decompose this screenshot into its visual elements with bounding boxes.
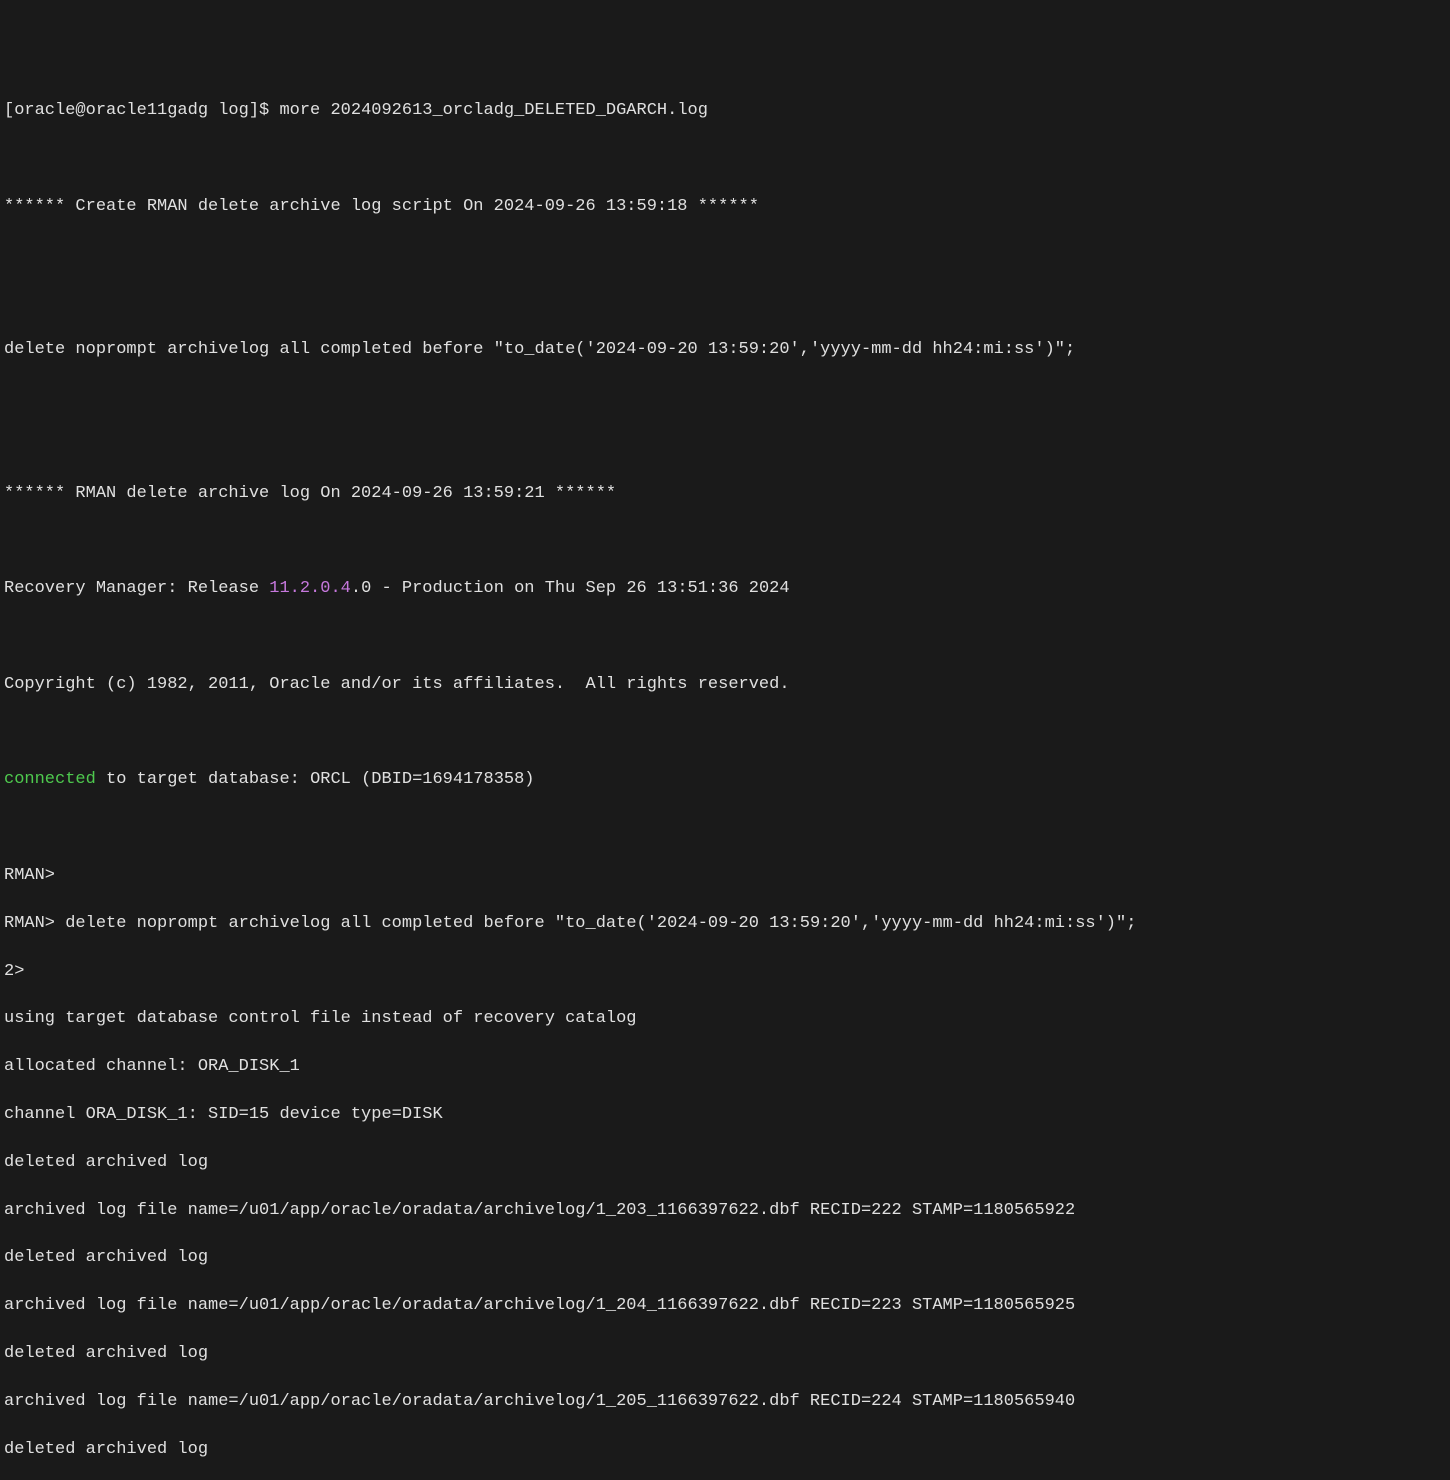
rman-cmd-string: "to_date('2024-09-20 13:59:20','yyyy-mm-…	[555, 914, 1137, 933]
channel-info: channel ORA_DISK_1: SID=15 device type=D…	[4, 1103, 1446, 1127]
blank-line	[4, 434, 1446, 458]
rman-prompt: RMAN>	[4, 914, 65, 933]
deleted-log-msg: deleted archived log	[4, 1246, 1446, 1270]
rman-prompt-empty: RMAN>	[4, 864, 1446, 888]
blank-line	[4, 816, 1446, 840]
connected-word: connected	[4, 770, 96, 789]
blank-line	[4, 625, 1446, 649]
rm-prefix: Recovery Manager: Release	[4, 579, 269, 598]
connected-line: connected to target database: ORCL (DBID…	[4, 768, 1446, 792]
continuation-prompt: 2>	[4, 960, 1446, 984]
terminal-output: [oracle@oracle11gadg log]$ more 20240926…	[4, 99, 1446, 123]
cmd-prefix: delete noprompt archivelog all completed…	[4, 340, 494, 359]
cmd-string: "to_date('2024-09-20 13:59:20','yyyy-mm-…	[494, 340, 1076, 359]
log-entry: archived log file name=/u01/app/oracle/o…	[4, 1199, 1446, 1223]
rman-command-line: RMAN> delete noprompt archivelog all com…	[4, 912, 1446, 936]
allocated-channel: allocated channel: ORA_DISK_1	[4, 1055, 1446, 1079]
blank-line	[4, 386, 1446, 410]
deleted-log-msg: deleted archived log	[4, 1342, 1446, 1366]
rm-version: 11.2.0.4	[269, 579, 351, 598]
blank-line	[4, 147, 1446, 171]
rm-suffix: .0 - Production on Thu Sep 26 13:51:36 2…	[351, 579, 790, 598]
delete-command-1: delete noprompt archivelog all completed…	[4, 338, 1446, 362]
blank-line	[4, 243, 1446, 267]
rman-cmd-prefix: delete noprompt archivelog all completed…	[65, 914, 555, 933]
script-header-1: ****** Create RMAN delete archive log sc…	[4, 195, 1446, 219]
log-entry: archived log file name=/u01/app/oracle/o…	[4, 1294, 1446, 1318]
using-control-file: using target database control file inste…	[4, 1007, 1446, 1031]
blank-line	[4, 529, 1446, 553]
log-entry: archived log file name=/u01/app/oracle/o…	[4, 1390, 1446, 1414]
deleted-log-msg: deleted archived log	[4, 1438, 1446, 1462]
copyright-line: Copyright (c) 1982, 2011, Oracle and/or …	[4, 673, 1446, 697]
recovery-manager-line: Recovery Manager: Release 11.2.0.4.0 - P…	[4, 577, 1446, 601]
script-header-2: ****** RMAN delete archive log On 2024-0…	[4, 482, 1446, 506]
shell-command: more 2024092613_orcladg_DELETED_DGARCH.l…	[279, 101, 707, 120]
shell-prompt: [oracle@oracle11gadg log]$	[4, 101, 279, 120]
blank-line	[4, 290, 1446, 314]
blank-line	[4, 721, 1446, 745]
deleted-log-msg: deleted archived log	[4, 1151, 1446, 1175]
connected-rest: to target database: ORCL (DBID=169417835…	[96, 770, 535, 789]
